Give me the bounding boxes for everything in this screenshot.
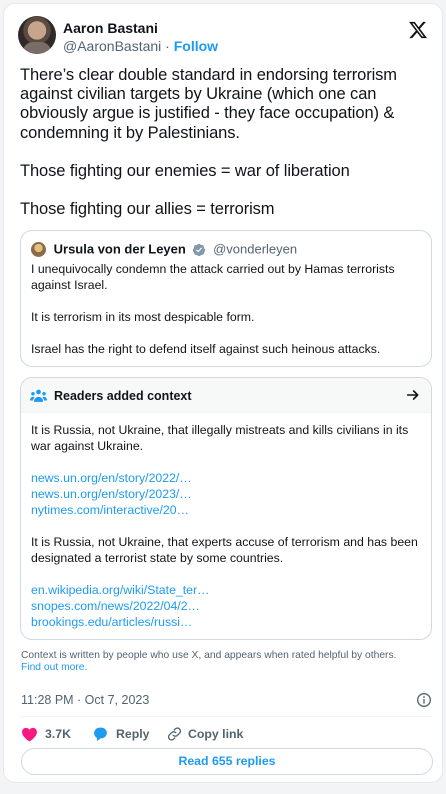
arrow-right-icon[interactable]	[405, 387, 421, 403]
quoted-author-name: Ursula von der Leyen	[53, 241, 186, 257]
author-name[interactable]: Aaron Bastani	[63, 19, 158, 37]
community-note-title: Readers added context	[54, 389, 192, 403]
note-disclaimer: Context is written by people who use X, …	[21, 650, 433, 674]
source-link[interactable]: brookings.edu/articles/russi…	[31, 614, 423, 630]
source-link[interactable]: en.wikipedia.org/wiki/State_ter…	[31, 582, 423, 598]
quoted-paragraph: Israel has the right to defend itself ag…	[31, 342, 381, 356]
people-icon	[30, 389, 47, 402]
note-paragraph: It is Russia, not Ukraine, that illegall…	[31, 423, 409, 453]
tweet-paragraph: Those fighting our enemies = war of libe…	[20, 161, 350, 180]
tweet-paragraph: There’s clear double standard in endorsi…	[20, 66, 397, 142]
disclaimer-text: Context is written by people who use X, …	[21, 650, 397, 661]
community-note-header[interactable]: Readers added context	[21, 378, 431, 413]
verified-badge-icon	[193, 243, 206, 256]
heart-icon	[22, 727, 37, 742]
info-icon[interactable]	[416, 692, 432, 708]
follow-link[interactable]: Follow	[174, 38, 218, 54]
quoted-author-handle: @vonderleyen	[213, 241, 298, 257]
tweet-paragraph: Those fighting our allies = terrorism	[20, 200, 275, 219]
community-note: Readers added context It is Russia, not …	[20, 377, 432, 640]
tweet-timestamp[interactable]: 11:28 PM · Oct 7, 2023	[21, 692, 149, 708]
tweet-card: Aaron Bastani @AaronBastani · Follow The…	[3, 3, 443, 783]
divider	[20, 716, 432, 717]
author-handle[interactable]: @AaronBastani	[63, 38, 161, 54]
source-link[interactable]: nytimes.com/interactive/20…	[31, 502, 423, 518]
copy-link-label: Copy link	[188, 727, 244, 741]
x-logo-icon[interactable]	[408, 20, 428, 40]
find-out-more-link[interactable]: Find out more.	[21, 662, 87, 673]
note-paragraph: It is Russia, not Ukraine, that experts …	[31, 535, 418, 565]
reply-bubble-icon	[94, 727, 107, 742]
quoted-tweet[interactable]: Ursula von der Leyen @vonderleyen I uneq…	[20, 230, 432, 367]
author-handle-row: @AaronBastani · Follow	[63, 37, 218, 55]
read-replies-button[interactable]: Read 655 replies	[21, 748, 433, 775]
link-icon	[167, 727, 182, 741]
quoted-header: Ursula von der Leyen @vonderleyen	[31, 241, 298, 258]
quoted-paragraph: It is terrorism in its most despicable f…	[31, 310, 255, 324]
reply-label: Reply	[116, 727, 150, 741]
quoted-body: I unequivocally condemn the attack carri…	[31, 261, 421, 357]
tweet-body: There’s clear double standard in endorsi…	[20, 66, 430, 219]
quoted-avatar	[31, 242, 46, 258]
source-link[interactable]: news.un.org/en/story/2023/…	[31, 486, 423, 502]
quoted-paragraph: I unequivocally condemn the attack carri…	[31, 262, 395, 292]
community-note-body: It is Russia, not Ukraine, that illegall…	[31, 422, 423, 630]
author-avatar[interactable]	[18, 16, 56, 54]
source-link[interactable]: snopes.com/news/2022/04/2…	[31, 598, 423, 614]
like-count: 3.7K	[45, 727, 71, 741]
separator-dot: ·	[165, 38, 170, 54]
source-link[interactable]: news.un.org/en/story/2022/…	[31, 470, 423, 486]
tweet-header: Aaron Bastani @AaronBastani · Follow	[18, 16, 428, 58]
